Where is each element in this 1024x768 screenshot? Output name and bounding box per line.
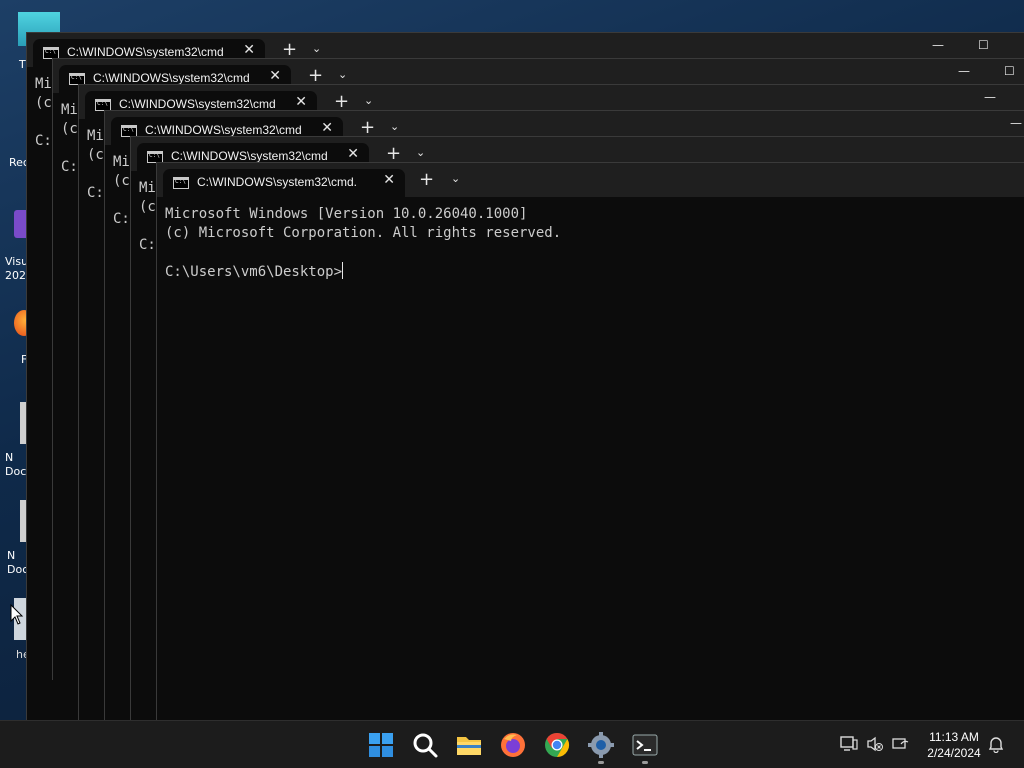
cmd-icon: C:\ [173,177,189,189]
console-text: Mi (c C: [139,179,156,255]
chevron-down-icon[interactable]: ⌄ [416,146,425,159]
tab-title: C:\WINDOWS\system32\cmd [119,97,276,111]
console-line: (c) Microsoft Corporation. All rights re… [165,225,562,241]
new-tab-button[interactable]: + [419,169,434,190]
console-output[interactable]: Microsoft Windows [Version 10.0.26040.10… [165,205,561,282]
notification-bell-icon[interactable] [988,735,1004,753]
chevron-down-icon[interactable]: ⌄ [451,172,460,185]
new-tab-button[interactable]: + [334,91,349,112]
settings-gear-icon[interactable] [587,731,615,759]
chevron-down-icon[interactable]: ⌄ [338,68,347,81]
time-text: 11:13 AM [929,730,979,744]
tab-title: C:\WINDOWS\system32\cmd. [197,175,358,189]
console-line: C: [139,237,156,253]
console-line: Mi [87,128,104,144]
console-line: Mi [139,180,156,196]
search-icon[interactable] [411,731,439,759]
console-line: Mi [61,102,78,118]
close-tab-icon[interactable]: ✕ [269,68,281,84]
close-tab-icon[interactable]: ✕ [243,42,255,58]
minimize-button[interactable]: — [984,90,996,104]
date-text: 2/24/2024 [927,746,981,760]
running-indicator [642,761,648,764]
console-text: Mi (c C: [61,101,78,177]
minimize-button[interactable]: — [958,64,970,78]
console-text: Mi (c C: [113,153,130,229]
console-line: Microsoft Windows [Version 10.0.26040.10… [165,206,528,222]
new-tab-button[interactable]: + [386,143,401,164]
close-tab-icon[interactable]: ✕ [321,120,333,136]
console-line: Mi [35,76,52,92]
tab-title: C:\WINDOWS\system32\cmd [145,123,302,137]
console-line: (c [113,173,130,189]
minimize-button[interactable]: — [932,38,944,52]
maximize-button[interactable]: ☐ [978,38,989,52]
tab-title: C:\WINDOWS\system32\cmd [171,149,328,163]
firefox-icon[interactable] [499,731,527,759]
chevron-down-icon[interactable]: ⌄ [390,120,399,133]
console-line: (c [139,199,156,215]
chevron-down-icon[interactable]: ⌄ [312,42,321,55]
close-tab-icon[interactable]: ✕ [295,94,307,110]
volume-muted-icon[interactable] [866,736,884,752]
maximize-button[interactable]: ☐ [1004,64,1015,78]
close-tab-icon[interactable]: ✕ [347,146,359,162]
text-cursor [342,262,344,279]
chrome-icon[interactable] [543,731,571,759]
network-icon[interactable] [892,736,910,752]
tab-title: C:\WINDOWS\system32\cmd [67,45,224,59]
minimize-button[interactable]: — [1010,116,1022,130]
console-line: (c [61,121,78,137]
console-line: C: [87,185,104,201]
new-tab-button[interactable]: + [308,65,323,86]
console-line: C: [35,133,52,149]
console-line: C: [61,159,78,175]
console-text: Mi (c C: [35,75,52,151]
running-indicator [598,761,604,764]
console-line: (c [87,147,104,163]
active-tab[interactable]: C:\ C:\WINDOWS\system32\cmd. ✕ [163,169,405,197]
file-explorer-icon[interactable] [455,731,483,759]
new-tab-button[interactable]: + [282,39,297,60]
prompt: C:\Users\vm6\Desktop> [165,264,343,280]
windows-start-icon[interactable] [367,731,395,759]
terminal-window-active[interactable]: C:\ C:\WINDOWS\system32\cmd. ✕ + ⌄ Micro… [156,162,1024,720]
terminal-icon[interactable] [631,731,659,759]
console-line: C: [113,211,130,227]
console-line: (c [35,95,52,111]
chevron-down-icon[interactable]: ⌄ [364,94,373,107]
console-line: Mi [113,154,130,170]
titlebar[interactable]: C:\ C:\WINDOWS\system32\cmd. ✕ + ⌄ [157,163,1024,197]
console-text: Mi (c C: [87,127,104,203]
new-tab-button[interactable]: + [360,117,375,138]
clock[interactable]: 11:13 AM 2/24/2024 [914,729,994,761]
mouse-cursor-icon [10,604,24,625]
taskbar: 11:13 AM 2/24/2024 [0,720,1024,768]
close-tab-icon[interactable]: ✕ [383,172,395,188]
tab-title: C:\WINDOWS\system32\cmd [93,71,250,85]
device-icon[interactable] [840,736,858,752]
